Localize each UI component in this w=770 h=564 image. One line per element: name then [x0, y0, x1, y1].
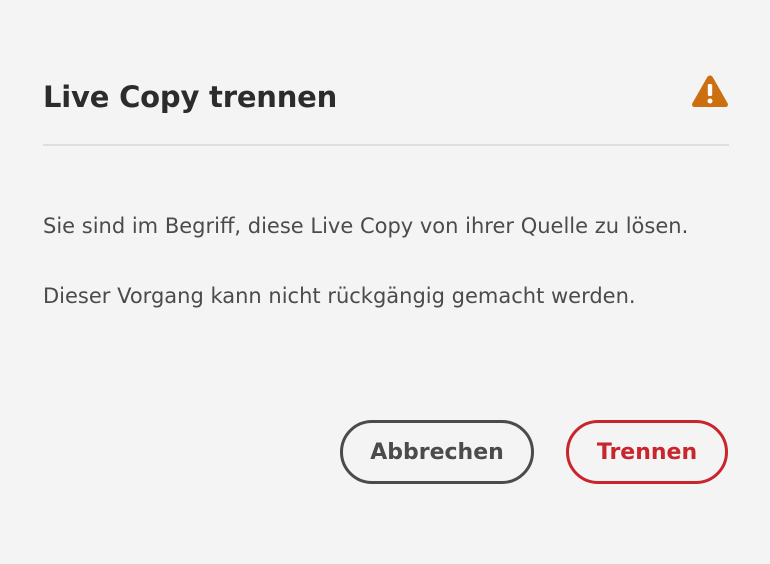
header-divider	[43, 144, 729, 146]
dialog-header: Live Copy trennen	[43, 74, 729, 124]
dialog-title: Live Copy trennen	[43, 80, 338, 114]
dialog-message-line-2: Dieser Vorgang kann nicht rückgängig gem…	[43, 284, 636, 308]
dialog-message-line-1: Sie sind im Begriff, diese Live Copy von…	[43, 214, 689, 238]
detach-button[interactable]: Trennen	[566, 420, 728, 484]
detach-live-copy-dialog: Live Copy trennen Sie sind im Begriff, d…	[0, 0, 770, 564]
cancel-button[interactable]: Abbrechen	[340, 420, 534, 484]
alert-triangle-icon	[692, 75, 728, 107]
